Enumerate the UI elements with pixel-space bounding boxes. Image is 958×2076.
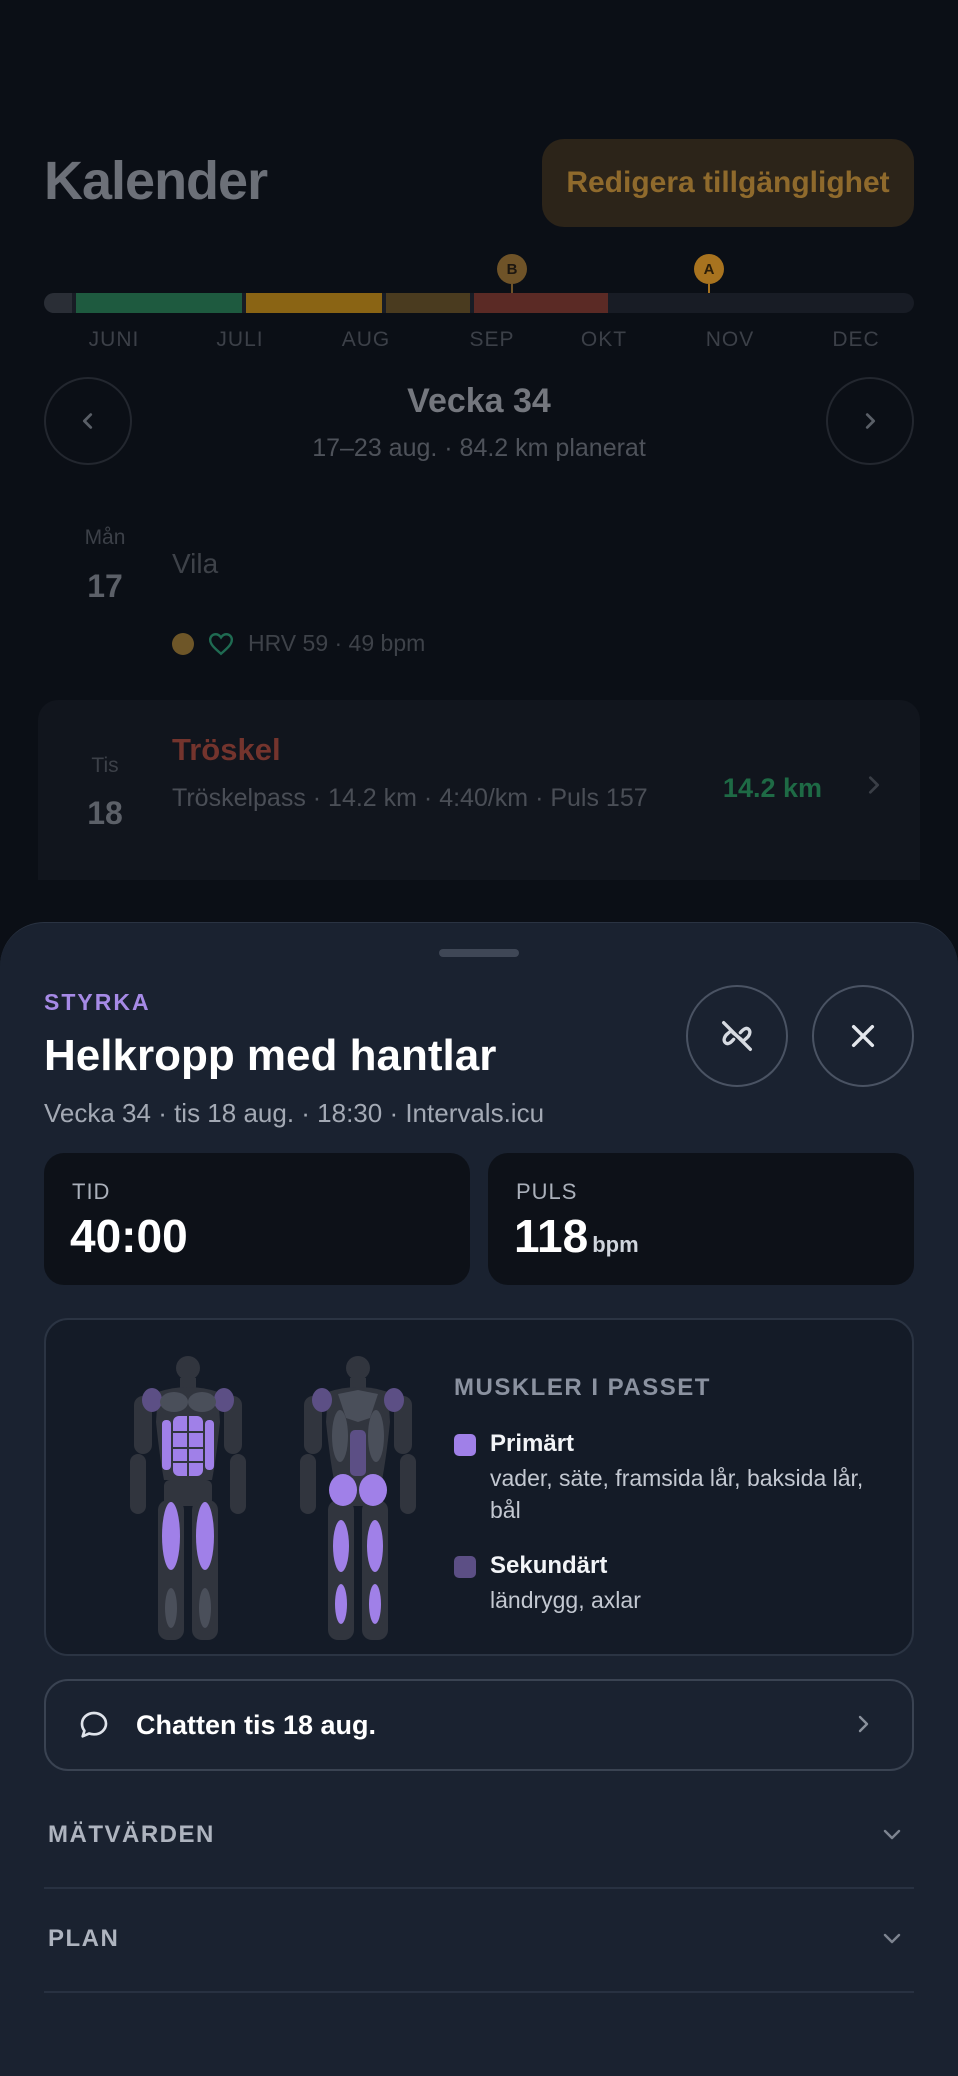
readiness-dot [172,632,194,655]
timeline-month: OKT [580,328,628,351]
chevron-right-icon [858,1715,869,1733]
day-weekday: Mån [84,526,126,549]
sheet-drag-handle[interactable] [439,949,519,957]
day-date: 17 [87,568,123,604]
timeline-month: AUG [341,328,391,351]
day-date: 18 [87,795,123,831]
page-title: Kalender [44,151,268,211]
stat-value: 118 [514,1210,589,1262]
chevron-down-icon [883,1829,901,1840]
edit-availability-button[interactable]: Redigera tillgänglighet [542,139,914,227]
workout-category: STYRKA [44,989,151,1015]
timeline-month: JULI [216,328,264,351]
legend-title: Primärt [490,1430,575,1457]
workout-meta: Vecka 34 · tis 18 aug. · 18:30 · Interva… [44,1098,545,1128]
chevron-right-icon [866,770,882,804]
chevron-down-icon [883,1933,901,1944]
day-weekday: Tis [91,754,119,777]
close-button[interactable] [812,985,914,1087]
stat-label: TID [72,1179,111,1204]
rest-day-label: Vila [172,548,219,579]
body-front-figure [130,1356,246,1640]
muscles-heading: MUSKLER I PASSET [454,1374,711,1401]
stat-value: 40:00 [70,1210,188,1262]
legend-swatch-secondary [454,1556,476,1578]
week-title: Vecka 34 [407,382,551,420]
timeline-month: JUNI [88,328,140,351]
timeline-segment-peak [386,293,470,313]
stat-label: PULS [516,1179,578,1204]
accordion-metrics[interactable]: MÄTVÄRDEN [44,1785,914,1889]
workout-title: Tröskel [172,732,281,767]
legend-title: Sekundärt [490,1552,608,1579]
next-week-button[interactable] [826,377,914,465]
chat-bubble-icon [80,1711,108,1738]
close-icon [851,1024,875,1048]
timeline-segment-race [474,293,608,313]
timeline-month: DEC [832,328,880,351]
legend-swatch-primary [454,1434,476,1456]
season-timeline[interactable] [44,293,914,313]
workout-title: Helkropp med hantlar [44,1031,497,1080]
heart-icon [208,632,234,655]
accordion-label: PLAN [48,1925,120,1952]
stat-card-time: TID 40:00 [44,1153,470,1285]
timeline-segment-past [44,293,72,313]
stat-card-heart-rate: PULS 118 bpm [488,1153,914,1285]
hrv-text: HRV 59 · 49 bpm [248,630,426,656]
legend-text: ländrygg, axlar [490,1587,641,1613]
body-back-figure [300,1356,416,1640]
chat-link-row[interactable]: Chatten tis 18 aug. [44,1679,914,1771]
stat-value-row: 118 bpm [514,1209,639,1263]
chevron-right-icon [865,413,876,429]
accordion-plan[interactable]: PLAN [44,1889,914,1993]
week-subtitle: 17–23 aug. · 84.2 km planerat [312,434,646,462]
workout-description: Tröskelpass · 14.2 km · 4:40/km · Puls 1… [172,784,648,812]
hrv-row: HRV 59 · 49 bpm [172,630,425,657]
timeline-month: NOV [705,328,755,351]
muscle-map-card: MUSKLER I PASSET Primärt vader, säte, fr… [44,1318,914,1656]
workout-detail-sheet: STYRKA Helkropp med hantlar Vecka 34 · t… [0,922,958,2076]
unlink-icon [722,1021,752,1051]
timeline-segment-base [76,293,242,313]
legend-secondary: Sekundärt ländrygg, axlar [454,1552,890,1616]
chat-link-label: Chatten tis 18 aug. [136,1710,377,1740]
race-marker-b[interactable]: B [497,254,527,296]
legend-text: vader, säte, framsida lår, baksida lår, … [490,1465,864,1523]
timeline-month: SEP [469,328,515,351]
unlink-button[interactable] [686,985,788,1087]
race-marker-a[interactable]: A [694,254,724,296]
workout-distance: 14.2 km [722,773,822,803]
accordion-label: MÄTVÄRDEN [48,1821,215,1848]
timeline-segment-build [246,293,382,313]
legend-primary: Primärt vader, säte, framsida lår, baksi… [454,1430,890,1526]
stat-unit: bpm [592,1232,639,1257]
